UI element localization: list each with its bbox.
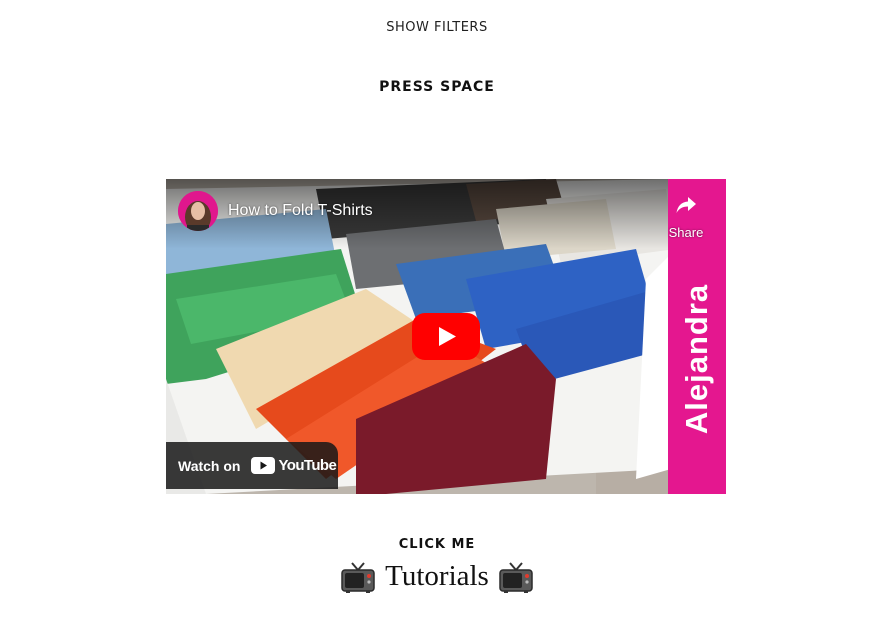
- share-icon: [676, 197, 696, 213]
- watch-on-youtube-button[interactable]: Watch on YouTube: [166, 442, 338, 489]
- show-filters-link[interactable]: SHOW FILTERS: [0, 20, 874, 35]
- tutorials-link[interactable]: Tutorials: [0, 560, 874, 593]
- page: SHOW FILTERS PRESS SPACE Alejandra How t…: [0, 0, 874, 619]
- share-label: Share: [668, 225, 704, 240]
- television-icon: [499, 561, 533, 593]
- click-me-label: CLICK ME: [398, 537, 476, 552]
- brand-text-label: Alejandra: [679, 283, 714, 435]
- avatar-icon: [178, 191, 218, 231]
- tutorials-label: Tutorials: [385, 560, 489, 592]
- youtube-logo: YouTube: [251, 457, 337, 474]
- youtube-video-player[interactable]: Alejandra How to Fold T-Shirts Share Wat…: [166, 179, 726, 494]
- video-title[interactable]: How to Fold T-Shirts: [228, 202, 373, 220]
- share-button[interactable]: Share: [664, 193, 708, 240]
- play-button[interactable]: [412, 313, 480, 360]
- youtube-wordmark: YouTube: [278, 457, 337, 474]
- youtube-play-icon: [251, 457, 276, 474]
- channel-avatar[interactable]: [178, 191, 218, 231]
- watch-on-label: Watch on: [178, 457, 241, 474]
- television-icon: [341, 561, 375, 593]
- brand-logo-text: Alejandra: [676, 259, 718, 459]
- press-space-hint: PRESS SPACE: [379, 79, 495, 95]
